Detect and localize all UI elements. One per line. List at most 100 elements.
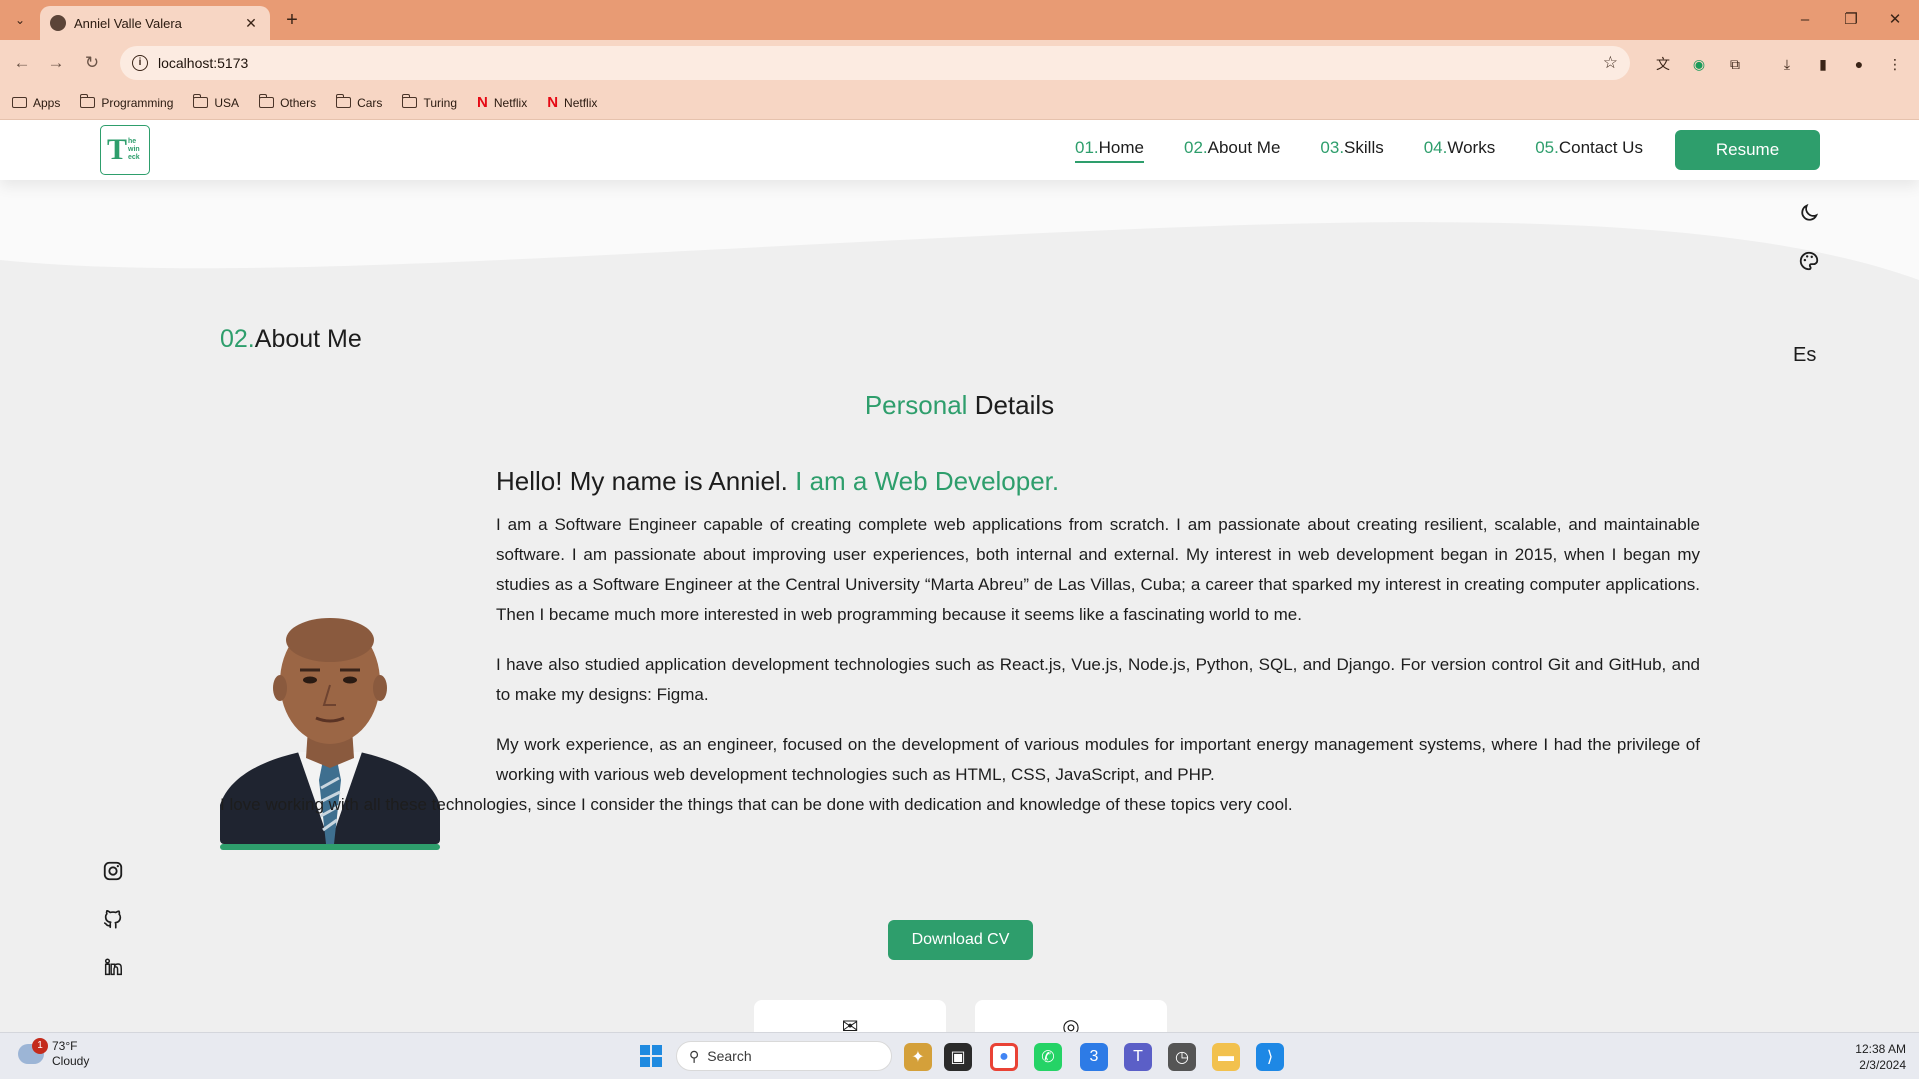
contact-card-location[interactable]: ◎: [975, 1000, 1167, 1032]
about-paragraph-3: My work experience, as an engineer, focu…: [496, 735, 1700, 784]
contact-card-email[interactable]: ✉: [754, 1000, 946, 1032]
instagram-link[interactable]: [100, 858, 126, 884]
nav-label: About Me: [1207, 138, 1281, 157]
teams-app-icon[interactable]: T: [1124, 1043, 1152, 1071]
about-paragraph-2: I have also studied application developm…: [496, 655, 1700, 704]
subtitle-accent: Personal: [864, 390, 968, 420]
bookmark-label: Turing: [423, 95, 458, 110]
theme-palette-button[interactable]: [1795, 250, 1823, 278]
main-nav: 01.Home 02.About Me 03.Skills 04.Works 0…: [1075, 138, 1643, 163]
bookmark-folder-others[interactable]: Others: [258, 94, 316, 110]
site-navbar: T he win eck 01.Home 02.About Me 03.Skil…: [0, 120, 1919, 180]
windows-logo-icon: [640, 1045, 650, 1055]
bookmark-label: USA: [214, 95, 240, 110]
system-clock[interactable]: 12:38 AM 2/3/2024: [1836, 1041, 1906, 1073]
new-tab-button[interactable]: +: [280, 8, 304, 32]
search-icon: ⚲: [689, 1047, 700, 1064]
linkedin-link[interactable]: [100, 954, 126, 980]
close-tab-icon[interactable]: ✕: [242, 15, 260, 32]
section-num: 02.: [220, 325, 255, 353]
reload-icon[interactable]: ↻: [80, 51, 104, 75]
side-panel-icon[interactable]: ▮: [1812, 53, 1834, 75]
start-button[interactable]: [640, 1045, 662, 1067]
tab-title: Anniel Valle Valera: [74, 15, 182, 31]
file-explorer-icon[interactable]: ▬: [1212, 1043, 1240, 1071]
forward-icon[interactable]: →: [44, 51, 68, 75]
vscode-app-icon[interactable]: ⟩: [1256, 1043, 1284, 1071]
nav-link-works[interactable]: 04.Works: [1424, 138, 1496, 163]
grammarly-extension-icon[interactable]: ◉: [1688, 53, 1710, 75]
back-icon[interactable]: ←: [10, 51, 34, 75]
nav-label: Skills: [1344, 138, 1384, 157]
clock-date: 2/3/2024: [1859, 1058, 1906, 1072]
netflix-icon: N: [547, 94, 559, 111]
tab-search-chevron-icon[interactable]: ⌄: [8, 8, 32, 32]
greeting-heading: Hello! My name is Anniel. I am a Web Dev…: [496, 466, 1059, 497]
nav-link-skills[interactable]: 03.Skills: [1320, 138, 1383, 163]
download-icon[interactable]: ⤓: [1776, 53, 1798, 75]
logo-small-line: win: [128, 146, 140, 153]
profile-avatar-icon[interactable]: ●: [1848, 53, 1870, 75]
minimize-icon[interactable]: –: [1790, 8, 1820, 32]
taskbar-search[interactable]: ⚲ Search: [676, 1041, 892, 1071]
subtitle-rest: Details: [974, 390, 1055, 420]
menu-kebab-icon[interactable]: ⋮: [1884, 53, 1906, 75]
bookmark-star-icon[interactable]: ☆: [1603, 53, 1618, 73]
nav-link-about-me[interactable]: 02.About Me: [1184, 138, 1280, 163]
address-bar[interactable]: i localhost:5173 ☆: [120, 46, 1630, 80]
extensions-puzzle-icon[interactable]: ⧉: [1724, 53, 1746, 75]
download-cv-button[interactable]: Download CV: [888, 920, 1033, 960]
page-viewport: T he win eck 01.Home 02.About Me 03.Skil…: [0, 120, 1919, 1032]
whatsapp-app-icon[interactable]: ✆: [1034, 1043, 1062, 1071]
favicon-icon: [50, 15, 66, 31]
logo-small-line: he: [128, 138, 137, 145]
translate-extension-icon[interactable]: 文: [1652, 53, 1674, 75]
nav-num: 04.: [1423, 138, 1448, 157]
folder-icon: [401, 94, 418, 108]
windows-logo-icon: [652, 1057, 662, 1067]
mail-icon: ✉: [841, 1016, 859, 1032]
bookmark-folder-cars[interactable]: Cars: [335, 94, 382, 110]
section-label: About Me: [254, 325, 362, 353]
nav-num: 03.: [1320, 138, 1345, 157]
greeting-accent: I am a Web Developer.: [795, 466, 1060, 496]
os-taskbar: 1 73°F Cloudy ⚲ Search ✦ ▣ ● ✆ 3 T ◷ ▬ ⟩…: [0, 1032, 1919, 1079]
restore-icon[interactable]: ❐: [1836, 8, 1866, 32]
section-title: 02.About Me: [220, 325, 362, 354]
browser-tab[interactable]: Anniel Valle Valera ✕: [40, 6, 270, 40]
weather-widget[interactable]: 1 73°F Cloudy: [18, 1038, 90, 1069]
cloud-icon: 1: [18, 1038, 48, 1064]
chrome-app-icon[interactable]: ●: [990, 1043, 1018, 1071]
nav-num: 05.: [1535, 138, 1559, 157]
clock-app-icon[interactable]: ◷: [1168, 1043, 1196, 1071]
logo-small-line: eck: [128, 154, 140, 161]
bookmark-apps[interactable]: Apps: [12, 96, 60, 110]
nav-link-contact-us[interactable]: 05.Contact Us: [1535, 138, 1643, 163]
bookmark-label: Netflix: [493, 95, 528, 110]
resume-button[interactable]: Resume: [1675, 130, 1820, 170]
app-3-icon[interactable]: 3: [1080, 1043, 1108, 1071]
nav-label: Contact Us: [1558, 138, 1643, 157]
nav-num: 02.: [1184, 138, 1208, 157]
photo-accent-bar: [220, 844, 440, 850]
greeting-main: Hello! My name is Anniel.: [496, 466, 788, 496]
bookmark-netflix[interactable]: N Netflix: [477, 94, 527, 111]
widgets-app-icon[interactable]: ✦: [904, 1043, 932, 1071]
weather-desc: Cloudy: [52, 1054, 90, 1068]
logo-small-text: he win eck: [128, 138, 140, 162]
bookmark-folder-turing[interactable]: Turing: [401, 94, 458, 110]
language-toggle[interactable]: Es: [1793, 344, 1816, 367]
bookmark-label: Netflix: [564, 95, 598, 110]
site-info-icon[interactable]: i: [132, 55, 148, 71]
nav-link-home[interactable]: 01.Home: [1075, 138, 1144, 163]
browser-toolbar: ← → ↻ i localhost:5173 ☆ 文 ◉ ⧉ ⤓ ▮ ● ⋮: [0, 40, 1919, 86]
close-window-icon[interactable]: ✕: [1880, 8, 1910, 32]
task-view-icon[interactable]: ▣: [944, 1043, 972, 1071]
url-text[interactable]: localhost:5173: [158, 55, 1593, 71]
site-logo[interactable]: T he win eck: [100, 125, 150, 175]
dark-mode-toggle[interactable]: [1795, 202, 1823, 230]
github-link[interactable]: [100, 906, 126, 932]
bookmark-netflix-2[interactable]: N Netflix: [547, 94, 597, 111]
bookmark-folder-programming[interactable]: Programming: [79, 94, 173, 110]
bookmark-folder-usa[interactable]: USA: [192, 94, 240, 110]
